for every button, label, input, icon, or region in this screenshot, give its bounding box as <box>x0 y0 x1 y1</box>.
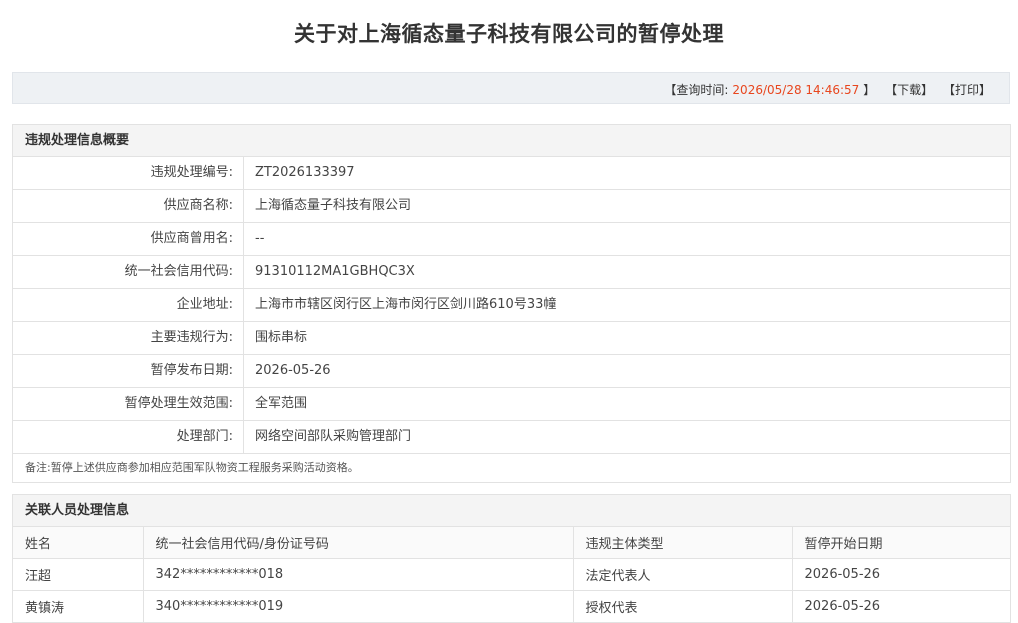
info-value: 上海市市辖区闵行区上海市闵行区剑川路610号33幢 <box>255 297 557 312</box>
column-header-id: 统一社会信用代码/身份证号码 <box>143 527 574 559</box>
person-type: 法定代表人 <box>573 558 793 591</box>
person-start-date: 2026-05-26 <box>792 558 1010 591</box>
info-value: -- <box>255 231 265 246</box>
people-header-row: 姓名 统一社会信用代码/身份证号码 违规主体类型 暂停开始日期 <box>13 527 1010 559</box>
info-value: 围标串标 <box>255 330 308 345</box>
info-value: ZT2026133397 <box>255 165 355 180</box>
info-row: 暂停发布日期: 2026-05-26 <box>13 355 1010 388</box>
info-value: 上海循态量子科技有限公司 <box>255 198 412 213</box>
info-label: 供应商名称: <box>13 190 244 222</box>
info-label: 暂停处理生效范围: <box>13 388 244 420</box>
column-header-start-date: 暂停开始日期 <box>792 527 1010 559</box>
info-label: 企业地址: <box>13 289 244 321</box>
table-row: 汪超 342************018 法定代表人 2026-05-26 <box>13 558 1010 591</box>
column-header-type: 违规主体类型 <box>573 527 793 559</box>
info-row: 主要违规行为: 围标串标 <box>13 322 1010 355</box>
query-time-value: 2026/05/28 14:46:57 <box>732 83 860 97</box>
query-time-prefix: 【查询时间: <box>664 83 729 97</box>
info-label: 违规处理编号: <box>13 157 244 189</box>
summary-header: 违规处理信息概要 <box>13 125 1010 157</box>
info-label: 暂停发布日期: <box>13 355 244 387</box>
info-value: 91310112MA1GBHQC3X <box>255 264 415 279</box>
print-link[interactable]: 【打印】 <box>943 83 991 97</box>
info-row: 企业地址: 上海市市辖区闵行区上海市闵行区剑川路610号33幢 <box>13 289 1010 322</box>
info-row: 统一社会信用代码: 91310112MA1GBHQC3X <box>13 256 1010 289</box>
summary-section: 违规处理信息概要 违规处理编号: ZT2026133397 供应商名称: 上海循… <box>12 124 1011 483</box>
info-row: 供应商曾用名: -- <box>13 223 1010 256</box>
info-row: 处理部门: 网络空间部队采购管理部门 <box>13 421 1010 454</box>
people-section: 关联人员处理信息 姓名 统一社会信用代码/身份证号码 违规主体类型 暂停开始日期… <box>12 494 1011 623</box>
info-value: 2026-05-26 <box>255 363 331 378</box>
info-label: 供应商曾用名: <box>13 223 244 255</box>
column-header-name: 姓名 <box>13 527 144 559</box>
info-value: 全军范围 <box>255 396 308 411</box>
info-label: 统一社会信用代码: <box>13 256 244 288</box>
info-row: 暂停处理生效范围: 全军范围 <box>13 388 1010 421</box>
query-time-suffix: 】 <box>863 83 876 97</box>
toolbar: 【查询时间: 2026/05/28 14:46:57】 【下载】 【打印】 <box>12 72 1010 104</box>
person-name: 汪超 <box>13 558 144 591</box>
info-label: 处理部门: <box>13 421 244 453</box>
info-row: 违规处理编号: ZT2026133397 <box>13 157 1010 190</box>
info-value: 网络空间部队采购管理部门 <box>255 429 412 444</box>
info-row: 供应商名称: 上海循态量子科技有限公司 <box>13 190 1010 223</box>
page-title: 关于对上海循态量子科技有限公司的暂停处理 <box>294 22 724 46</box>
info-label: 主要违规行为: <box>13 322 244 354</box>
people-header: 关联人员处理信息 <box>13 495 1010 527</box>
people-table: 姓名 统一社会信用代码/身份证号码 违规主体类型 暂停开始日期 汪超 342**… <box>13 527 1010 623</box>
remark-note: 备注:暂停上述供应商参加相应范围军队物资工程服务采购活动资格。 <box>25 461 359 474</box>
download-link[interactable]: 【下载】 <box>885 83 933 97</box>
person-id: 342************018 <box>143 558 574 591</box>
